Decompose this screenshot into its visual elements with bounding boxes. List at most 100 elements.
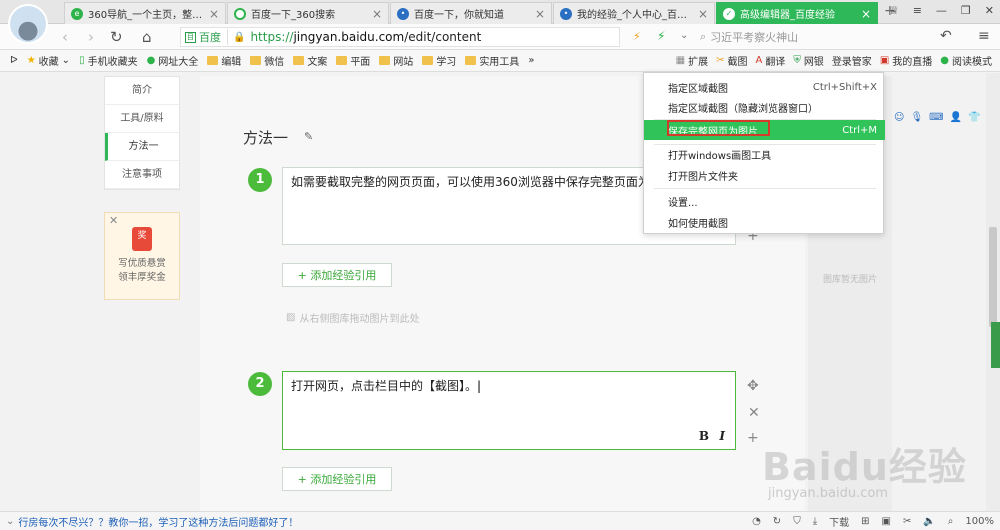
reading-mode-button[interactable]: ● 阅读模式 — [940, 53, 992, 68]
minimize-icon[interactable]: — — [936, 4, 947, 17]
menu-shortcut: Ctrl+Shift+X — [812, 81, 877, 93]
zoom-icon[interactable]: ⌕ — [948, 516, 954, 527]
bookmark-folder-study[interactable]: 学习 — [422, 53, 456, 68]
reward-promo[interactable]: ✕ 奖 写优质悬赏 领丰厚奖金 — [104, 212, 180, 300]
red-envelope-icon: 奖 — [132, 227, 152, 251]
keyboard-icon[interactable]: ⌨ — [929, 112, 943, 123]
extensions-button[interactable]: ▦ 扩展 — [676, 53, 708, 68]
chevron-down-icon[interactable]: ⌄ — [6, 516, 14, 527]
user-avatar[interactable] — [8, 4, 48, 44]
delete-icon[interactable]: ✕ — [748, 405, 760, 421]
screenshot-button[interactable]: ✂ 截图 — [716, 53, 747, 68]
bookmark-folder-website[interactable]: 网站 — [379, 53, 413, 68]
menu-shortcut: Ctrl+M — [842, 124, 877, 136]
skin-icon[interactable]: ♕ — [889, 4, 899, 17]
add-reference-button[interactable]: + 添加经验引用 — [282, 263, 392, 287]
smile-icon[interactable]: ☺ — [894, 112, 904, 123]
shield-icon: ⛨ — [793, 55, 801, 66]
menu-lines-icon[interactable]: ≡ — [913, 4, 922, 17]
chevron-down-icon[interactable]: ⌄ — [680, 30, 688, 41]
outline-item-tools[interactable]: 工具/原料 — [105, 105, 179, 133]
speed-icon[interactable]: ◔ — [752, 516, 761, 527]
mic-icon[interactable]: 🎙 — [910, 112, 923, 123]
menu-item-region-capture-hidden[interactable]: 指定区域截图（隐藏浏览器窗口） — [644, 97, 885, 117]
menu-item-how-to[interactable]: 如何使用截图 — [644, 212, 885, 232]
italic-button[interactable]: I — [719, 428, 725, 445]
cut-icon[interactable]: ✂ — [903, 516, 911, 527]
tab-advanced-editor[interactable]: ✓ 高级编辑器_百度经验 × — [716, 2, 878, 24]
bookmark-folder-copy[interactable]: 文案 — [293, 53, 327, 68]
bookmark-label: 平面 — [350, 57, 371, 68]
close-icon[interactable]: × — [209, 7, 219, 21]
app-icon[interactable]: ▣ — [882, 516, 891, 527]
url-text[interactable]: https://jingyan.baidu.com/edit/content — [250, 30, 481, 44]
shield-icon[interactable]: ⛉ — [793, 516, 801, 527]
add-reference-button[interactable]: + 添加经验引用 — [282, 467, 392, 491]
speaker-icon[interactable]: 🔈 — [923, 516, 935, 527]
restore-icon[interactable]: ❐ — [961, 4, 971, 17]
user-icon[interactable]: 👤 — [950, 112, 962, 123]
move-icon[interactable]: ✥ — [747, 378, 759, 394]
tab-360-search[interactable]: 百度一下_360搜索 × — [227, 2, 389, 24]
lightning-icon[interactable]: ⚡ — [633, 30, 641, 43]
page-scrollbar[interactable] — [986, 73, 1000, 511]
menu-item-open-paint[interactable]: 打开windows画图工具 — [644, 144, 885, 164]
section-title[interactable]: 方法一 — [243, 127, 288, 148]
bookmark-mobile[interactable]: ▯ 手机收藏夹 — [79, 53, 138, 68]
pencil-icon[interactable]: ✎ — [304, 130, 313, 143]
outline-item-notes[interactable]: 注意事项 — [105, 161, 179, 189]
undo-icon[interactable]: ↶ — [940, 28, 952, 44]
shirt-icon[interactable]: 👕 — [968, 112, 980, 123]
step-text-box[interactable]: 打开网页，点击栏目中的【截图】。| B I — [282, 371, 736, 450]
speed-icon[interactable]: ⚡ — [657, 29, 665, 43]
tab-my-jingyan[interactable]: • 我的经验_个人中心_百度经验 × — [553, 2, 715, 24]
add-icon[interactable]: + — [747, 430, 759, 446]
bookmark-folder-wechat[interactable]: 微信 — [250, 53, 284, 68]
bold-button[interactable]: B — [699, 428, 709, 445]
close-icon[interactable]: × — [698, 7, 708, 21]
search-icon: ⌕ — [700, 30, 707, 43]
translate-icon: A — [755, 55, 763, 66]
ebank-button[interactable]: ⛨ 网银 — [793, 53, 824, 68]
reload-icon[interactable]: ↻ — [110, 28, 123, 46]
main-menu-icon[interactable]: ≡ — [978, 28, 990, 44]
site-badge[interactable]: 目 百度 — [185, 29, 228, 45]
grid-icon[interactable]: ⊞ — [861, 516, 869, 527]
tab-title: 360导航_一个主页，整个世界 — [88, 10, 204, 21]
close-icon[interactable]: × — [861, 7, 871, 21]
sidebar-toggle-icon[interactable]: ᐅ — [10, 55, 18, 66]
menu-item-region-capture[interactable]: 指定区域截图 Ctrl+Shift+X — [644, 77, 885, 97]
outline-item-method1[interactable]: 方法一 — [105, 133, 179, 161]
tab-360-nav[interactable]: e 360导航_一个主页，整个世界 × — [64, 2, 226, 24]
toolbar-label: 网银 — [803, 57, 824, 68]
home-icon[interactable]: ⌂ — [142, 28, 152, 46]
live-button[interactable]: ▣ 我的直播 — [880, 53, 932, 68]
bookmark-folder-tools[interactable]: 实用工具 — [465, 53, 519, 68]
close-icon[interactable]: × — [372, 7, 382, 21]
menu-item-settings[interactable]: 设置... — [644, 191, 885, 211]
bookmarks-more[interactable]: » — [528, 55, 534, 66]
bookmark-hao360[interactable]: ● 网址大全 — [147, 53, 199, 68]
scrollbar-thumb[interactable] — [989, 227, 997, 327]
bookmark-folder-graphic[interactable]: 平面 — [336, 53, 370, 68]
close-icon[interactable]: ✕ — [109, 214, 118, 227]
side-gadget[interactable] — [991, 322, 1000, 368]
status-tip[interactable]: 行房每次不尽兴？？教你一招，学习了这种方法后问题都好了！ — [18, 514, 298, 529]
search-box[interactable]: ⌕ 习近平考察火神山 — [700, 27, 920, 47]
outline-item-intro[interactable]: 简介 — [105, 77, 179, 105]
menu-item-open-folder[interactable]: 打开图片文件夹 — [644, 165, 885, 185]
sync-icon[interactable]: ↻ — [773, 516, 781, 527]
zoom-level[interactable]: 100% — [965, 516, 994, 527]
address-bar[interactable]: 目 百度 🔒 https://jingyan.baidu.com/edit/co… — [180, 27, 620, 47]
bookmark-favorites[interactable]: ★ 收藏 ⌄ — [27, 53, 70, 68]
back-icon[interactable]: ‹ — [62, 28, 68, 46]
close-icon[interactable]: × — [535, 7, 545, 21]
login-manager-button[interactable]: 登录管家 — [832, 53, 872, 68]
download-label[interactable]: 下载 — [829, 514, 849, 529]
download-icon[interactable]: ⤓ — [813, 516, 817, 527]
tab-baidu[interactable]: • 百度一下，你就知道 × — [390, 2, 552, 24]
forward-icon[interactable]: › — [88, 28, 94, 46]
translate-button[interactable]: A 翻译 — [755, 53, 785, 68]
bookmark-folder-edit[interactable]: 编辑 — [207, 53, 241, 68]
close-window-icon[interactable]: ✕ — [985, 4, 994, 17]
